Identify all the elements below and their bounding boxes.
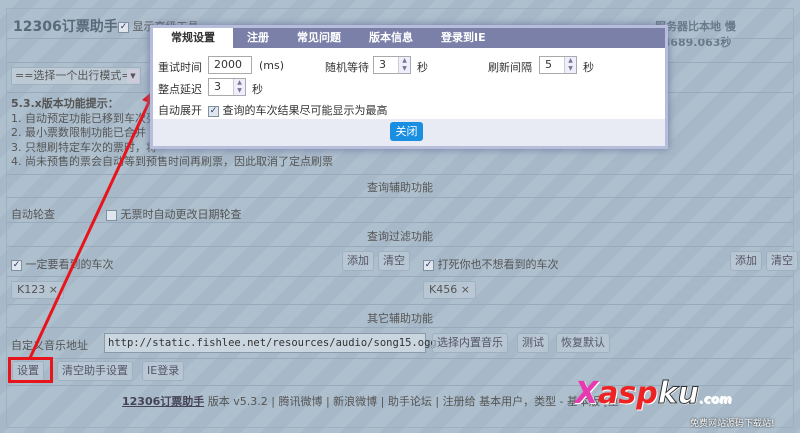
watermark-logo: Xaspku.com <box>575 376 732 412</box>
tab-general[interactable]: 常规设置 <box>153 28 233 48</box>
tab-version[interactable]: 版本信息 <box>355 28 427 48</box>
stepper-arrows-icon: ▲ ▼ <box>398 57 410 73</box>
retry-time-input[interactable]: 2000 <box>208 56 252 74</box>
dialog-tabs: 常规设置 注册 常见问题 版本信息 登录到IE <box>153 28 665 48</box>
settings-dialog: 常规设置 注册 常见问题 版本信息 登录到IE 重试时间 2000 (ms) 随… <box>150 25 668 149</box>
tab-faq[interactable]: 常见问题 <box>283 28 355 48</box>
watermark-sub: 免费网站源码下载站! <box>690 419 775 429</box>
close-button[interactable]: 关闭 <box>390 122 423 141</box>
tab-register[interactable]: 注册 <box>233 28 283 48</box>
tab-login-ie[interactable]: 登录到IE <box>427 28 500 48</box>
refresh-interval-stepper[interactable]: 5 ▲ ▼ <box>539 56 577 74</box>
random-wait-stepper[interactable]: 3 ▲ ▼ <box>373 56 411 74</box>
delay-stepper[interactable]: 3 ▲ ▼ <box>208 78 246 96</box>
stepper-arrows-icon: ▲ ▼ <box>233 79 245 95</box>
expand-checkbox[interactable]: ✓ <box>208 105 219 117</box>
stepper-arrows-icon: ▲ ▼ <box>564 57 576 73</box>
